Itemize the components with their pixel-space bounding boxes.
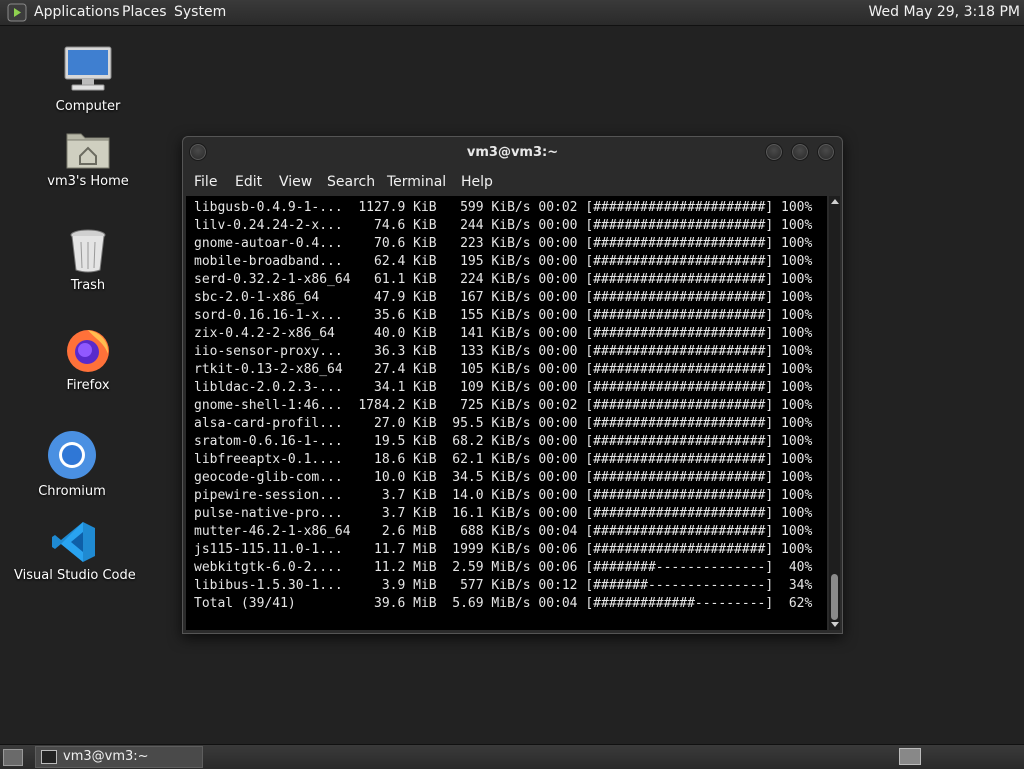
scrollbar-thumb[interactable] [831, 574, 838, 620]
workspace-switcher[interactable] [899, 748, 921, 765]
terminal-line: iio-sensor-proxy... 36.3 KiB 133 KiB/s 0… [194, 344, 813, 359]
desktop-icon-label: Firefox [66, 378, 110, 393]
computer-icon [64, 46, 112, 91]
desktop-icon-label: vm3's Home [47, 174, 129, 189]
terminal-line: pipewire-session... 3.7 KiB 14.0 KiB/s 0… [194, 488, 813, 503]
vscode-icon [52, 522, 95, 562]
desktop-icon-trash[interactable]: Trash [28, 228, 148, 293]
terminal-icon [41, 750, 57, 764]
terminal-menubar: File Edit View Search Terminal Help [183, 171, 842, 195]
terminal-line: Total (39/41) 39.6 MiB 5.69 MiB/s 00:04 … [194, 596, 813, 611]
desktop-icon-home[interactable]: vm3's Home [28, 128, 148, 189]
scroll-down-arrow-icon[interactable] [831, 622, 839, 627]
top-panel: Applications Places System Wed May 29, 3… [0, 0, 1024, 26]
clock[interactable]: Wed May 29, 3:18 PM [869, 4, 1021, 20]
trash-icon [70, 229, 106, 273]
terminal-output[interactable]: libgusb-0.4.9-1-... 1127.9 KiB 599 KiB/s… [186, 196, 827, 630]
terminal-lines: libgusb-0.4.9-1-... 1127.9 KiB 599 KiB/s… [194, 199, 812, 613]
menu-file[interactable]: File [194, 174, 217, 190]
firefox-icon [67, 330, 109, 372]
menu-view[interactable]: View [279, 174, 312, 190]
menu-edit[interactable]: Edit [235, 174, 262, 190]
desktop-icon-chromium[interactable]: Chromium [12, 430, 132, 499]
home-folder-icon [66, 133, 110, 169]
minimize-button[interactable] [765, 143, 783, 161]
desktop-icon-label: Computer [55, 99, 121, 114]
maximize-button[interactable] [791, 143, 809, 161]
terminal-line: lilv-0.24.24-2-x... 74.6 KiB 244 KiB/s 0… [194, 218, 813, 233]
terminal-line: pulse-native-pro... 3.7 KiB 16.1 KiB/s 0… [194, 506, 813, 521]
applications-menu[interactable]: Applications [34, 4, 120, 20]
terminal-line: zix-0.4.2-2-x86_64 40.0 KiB 141 KiB/s 00… [194, 326, 813, 341]
scroll-up-arrow-icon[interactable] [831, 199, 839, 204]
menu-search[interactable]: Search [327, 174, 375, 190]
chromium-icon [48, 431, 96, 479]
terminal-line: js115-115.11.0-1... 11.7 MiB 1999 KiB/s … [194, 542, 813, 557]
places-menu[interactable]: Places [122, 4, 167, 20]
taskbar-item-terminal[interactable]: vm3@vm3:~ [35, 746, 203, 768]
terminal-line: sratom-0.6.16-1-... 19.5 KiB 68.2 KiB/s … [194, 434, 813, 449]
terminal-line: sbc-2.0-1-x86_64 47.9 KiB 167 KiB/s 00:0… [194, 290, 813, 305]
terminal-scrollbar[interactable] [829, 196, 840, 630]
taskbar-item-label: vm3@vm3:~ [63, 749, 149, 764]
applications-menu-icon[interactable] [7, 3, 27, 22]
terminal-line: serd-0.32.2-1-x86_64 61.1 KiB 224 KiB/s … [194, 272, 813, 287]
terminal-line: libfreeaptx-0.1.... 18.6 KiB 62.1 KiB/s … [194, 452, 813, 467]
terminal-window[interactable]: vm3@vm3:~ File Edit View Search Terminal… [182, 136, 843, 634]
desktop-icon-label: Trash [70, 278, 106, 293]
terminal-line: mobile-broadband... 62.4 KiB 195 KiB/s 0… [194, 254, 813, 269]
desktop-icon-label: Chromium [38, 484, 106, 499]
terminal-line: webkitgtk-6.0-2.... 11.2 MiB 2.59 MiB/s … [194, 560, 813, 575]
window-title: vm3@vm3:~ [466, 145, 559, 160]
terminal-line: libibus-1.5.30-1... 3.9 MiB 577 KiB/s 00… [194, 578, 813, 593]
terminal-line: alsa-card-profil... 27.0 KiB 95.5 KiB/s … [194, 416, 813, 431]
desktop-icon-vscode[interactable]: Visual Studio Code [14, 520, 136, 583]
terminal-line: gnome-autoar-0.4... 70.6 KiB 223 KiB/s 0… [194, 236, 813, 251]
terminal-line: mutter-46.2-1-x86_64 2.6 MiB 688 KiB/s 0… [194, 524, 813, 539]
system-menu[interactable]: System [174, 4, 226, 20]
terminal-line: gnome-shell-1:46... 1784.2 KiB 725 KiB/s… [194, 398, 813, 413]
menu-terminal[interactable]: Terminal [387, 174, 446, 190]
desktop-icon-computer[interactable]: Computer [28, 45, 148, 114]
desktop-icon-label: Visual Studio Code [14, 568, 136, 583]
bottom-panel: vm3@vm3:~ [0, 744, 1024, 769]
terminal-line: libldac-2.0.2.3-... 34.1 KiB 109 KiB/s 0… [194, 380, 813, 395]
terminal-line: sord-0.16.16-1-x... 35.6 KiB 155 KiB/s 0… [194, 308, 813, 323]
close-button[interactable] [817, 143, 835, 161]
menu-help[interactable]: Help [461, 174, 493, 190]
terminal-line: geocode-glib-com... 10.0 KiB 34.5 KiB/s … [194, 470, 813, 485]
desktop-icon-firefox[interactable]: Firefox [28, 326, 148, 393]
terminal-line: libgusb-0.4.9-1-... 1127.9 KiB 599 KiB/s… [194, 200, 813, 215]
show-desktop-button[interactable] [3, 749, 23, 766]
terminal-line: rtkit-0.13-2-x86_64 27.4 KiB 105 KiB/s 0… [194, 362, 813, 377]
window-titlebar[interactable]: vm3@vm3:~ [183, 137, 842, 169]
